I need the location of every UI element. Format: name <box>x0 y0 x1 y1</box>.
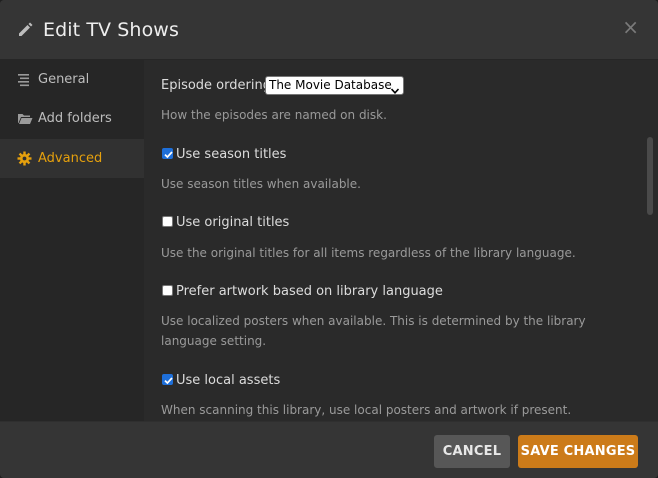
settings-sidebar: General Add folders Advanced <box>0 60 144 421</box>
episode-ordering-select[interactable]: The Movie Database <box>265 76 404 95</box>
folder-icon <box>17 111 33 126</box>
sidebar-item-general[interactable]: General <box>0 60 144 99</box>
sidebar-item-label: General <box>38 72 90 87</box>
episode-ordering-help: How the episodes are named on disk. <box>161 108 387 122</box>
use-season-titles-help: Use season titles when available. <box>161 177 361 191</box>
episode-ordering-label: Episode ordering <box>161 78 271 93</box>
dialog-header: Edit TV Shows × <box>0 0 658 60</box>
use-local-assets-label: Use local assets <box>176 373 281 388</box>
scrollbar-thumb[interactable] <box>647 137 653 215</box>
edit-library-dialog: Edit TV Shows × General Add folders Adva… <box>0 0 658 478</box>
cancel-button[interactable]: CANCEL <box>434 435 510 468</box>
sidebar-item-label: Advanced <box>38 151 103 166</box>
check-icon <box>164 151 173 159</box>
prefer-artwork-language-label: Prefer artwork based on library language <box>176 284 443 299</box>
dialog-title: Edit TV Shows <box>43 19 179 41</box>
prefer-artwork-language-help: Use localized posters when available. Th… <box>161 314 586 348</box>
check-icon <box>164 377 173 385</box>
use-original-titles-checkbox[interactable] <box>162 216 173 227</box>
gear-icon <box>17 151 32 166</box>
sidebar-item-add-folders[interactable]: Add folders <box>0 99 144 138</box>
chevron-down-icon <box>390 82 400 94</box>
episode-ordering-value: The Movie Database <box>269 78 392 92</box>
pencil-icon <box>17 20 35 38</box>
close-button[interactable]: × <box>622 14 639 40</box>
prefer-artwork-language-checkbox[interactable] <box>162 285 173 296</box>
use-season-titles-label: Use season titles <box>176 147 287 162</box>
use-original-titles-help: Use the original titles for all items re… <box>161 246 576 260</box>
use-local-assets-help: When scanning this library, use local po… <box>161 403 572 417</box>
sidebar-item-advanced[interactable]: Advanced <box>0 139 144 178</box>
dialog-footer: CANCEL SAVE CHANGES <box>0 421 658 478</box>
content-scrollbar[interactable] <box>646 60 655 421</box>
use-season-titles-checkbox[interactable] <box>162 148 173 159</box>
save-changes-button[interactable]: SAVE CHANGES <box>518 435 638 468</box>
use-original-titles-label: Use original titles <box>176 215 290 230</box>
use-local-assets-checkbox[interactable] <box>162 374 173 385</box>
sidebar-item-label: Add folders <box>38 111 112 126</box>
list-icon <box>17 72 32 87</box>
advanced-settings-panel: Episode ordering The Movie Database How … <box>144 60 658 421</box>
